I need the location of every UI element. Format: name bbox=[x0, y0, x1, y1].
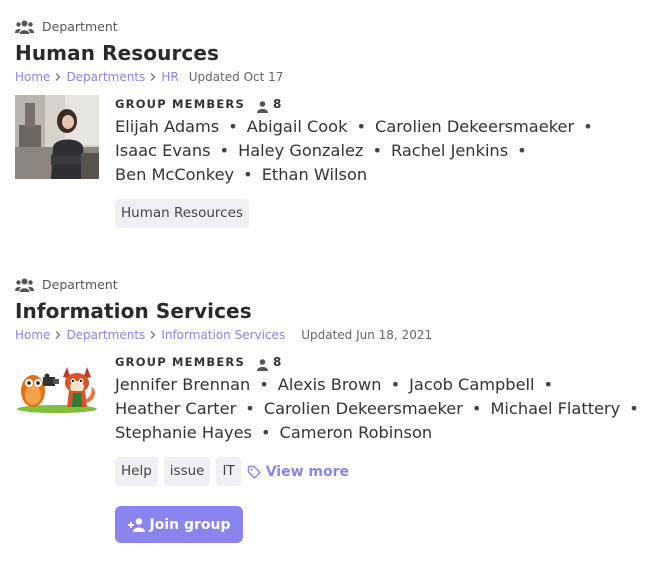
member-name[interactable]: Jacob Campbell bbox=[409, 375, 534, 394]
breadcrumb-current[interactable]: Information Services bbox=[161, 328, 285, 342]
breadcrumb: Home Departments Information Services Up… bbox=[15, 327, 645, 343]
members-header: GROUP MEMBERS 8 bbox=[115, 95, 645, 113]
group-type-row: Department bbox=[15, 17, 645, 35]
tag[interactable]: Help bbox=[115, 457, 158, 486]
breadcrumb-home[interactable]: Home bbox=[15, 328, 50, 342]
updated-timestamp: Updated Jun 18, 2021 bbox=[301, 328, 433, 342]
breadcrumb-departments[interactable]: Departments bbox=[66, 328, 145, 342]
view-more-label: View more bbox=[265, 463, 349, 480]
breadcrumb-current[interactable]: HR bbox=[161, 70, 178, 84]
member-list: Elijah Adams • Abigail Cook • Carolien Dekee… bbox=[115, 117, 593, 184]
group-card-human-resources: Department Human Resources Home Departme… bbox=[15, 17, 645, 228]
group-title[interactable]: Human Resources bbox=[15, 41, 645, 65]
group-type-label: Department bbox=[42, 276, 118, 292]
tag[interactable]: Human Resources bbox=[115, 199, 249, 228]
tag-list: Human Resources bbox=[115, 199, 645, 228]
group-image bbox=[15, 353, 99, 437]
breadcrumb: Home Departments HR Updated Oct 17 bbox=[15, 69, 645, 85]
breadcrumb-departments[interactable]: Departments bbox=[66, 70, 145, 84]
member-name[interactable]: Ben McConkey bbox=[115, 165, 234, 184]
member-name[interactable]: Cameron Robinson bbox=[280, 423, 433, 442]
user-icon bbox=[256, 356, 268, 371]
chevron-right-icon bbox=[50, 329, 66, 341]
view-more-link[interactable]: View more bbox=[247, 464, 349, 480]
tag[interactable]: issue bbox=[163, 457, 211, 486]
tag-list: Help issue IT View more bbox=[115, 457, 645, 486]
member-name[interactable]: Heather Carter bbox=[115, 399, 236, 418]
member-name[interactable]: Rachel Jenkins bbox=[391, 141, 508, 160]
join-group-label: Join group bbox=[149, 516, 231, 533]
member-name[interactable]: Alexis Brown bbox=[278, 375, 382, 394]
users-icon bbox=[15, 19, 34, 34]
user-plus-icon bbox=[127, 517, 146, 532]
user-icon bbox=[256, 98, 268, 113]
members-label: GROUP MEMBERS bbox=[115, 355, 245, 369]
group-title[interactable]: Information Services bbox=[15, 299, 645, 323]
member-name[interactable]: Carolien Dekeersmaeker bbox=[375, 117, 574, 136]
users-icon bbox=[15, 277, 34, 292]
members-header: GROUP MEMBERS 8 bbox=[115, 353, 645, 371]
tag-icon bbox=[247, 465, 261, 479]
group-body: GROUP MEMBERS 8 Elijah Adams • Abigail Coo… bbox=[15, 95, 645, 228]
group-type-label: Department bbox=[42, 18, 118, 34]
member-name[interactable]: Abigail Cook bbox=[247, 117, 348, 136]
member-name[interactable]: Haley Gonzalez bbox=[238, 141, 363, 160]
member-name[interactable]: Michael Flattery bbox=[490, 399, 620, 418]
breadcrumb-home[interactable]: Home bbox=[15, 70, 50, 84]
tag[interactable]: IT bbox=[216, 457, 241, 486]
join-group-button[interactable]: Join group bbox=[115, 506, 243, 543]
chevron-right-icon bbox=[50, 71, 66, 83]
chevron-right-icon bbox=[145, 329, 161, 341]
group-content: GROUP MEMBERS 8 Jennifer Brennan • Alexis … bbox=[115, 353, 645, 543]
members-label: GROUP MEMBERS bbox=[115, 97, 245, 111]
member-name[interactable]: Elijah Adams bbox=[115, 117, 219, 136]
group-body: GROUP MEMBERS 8 Jennifer Brennan • Alexis … bbox=[15, 353, 645, 543]
member-count: 8 bbox=[272, 97, 282, 111]
group-image bbox=[15, 95, 99, 179]
member-name[interactable]: Stephanie Hayes bbox=[115, 423, 252, 442]
chevron-right-icon bbox=[145, 71, 161, 83]
member-name[interactable]: Ethan Wilson bbox=[262, 165, 367, 184]
group-card-information-services: Department Information Services Home Dep… bbox=[15, 275, 645, 543]
member-name[interactable]: Carolien Dekeersmaeker bbox=[264, 399, 463, 418]
member-name[interactable]: Jennifer Brennan bbox=[115, 375, 250, 394]
member-name[interactable]: Isaac Evans bbox=[115, 141, 211, 160]
member-list: Jennifer Brennan • Alexis Brown • Jacob Camp… bbox=[115, 375, 639, 442]
group-type-row: Department bbox=[15, 275, 645, 293]
member-count: 8 bbox=[272, 355, 282, 369]
group-content: GROUP MEMBERS 8 Elijah Adams • Abigail Coo… bbox=[115, 95, 645, 228]
updated-timestamp: Updated Oct 17 bbox=[188, 70, 284, 84]
